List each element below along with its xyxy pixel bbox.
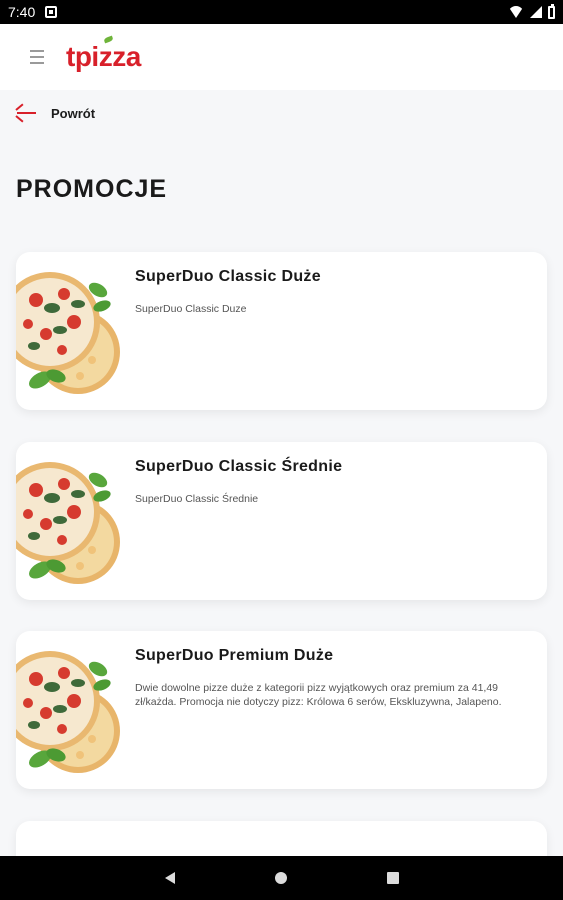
nav-recents-icon[interactable] <box>386 872 399 884</box>
promotion-card[interactable]: SuperDuo Classic Średnie SuperDuo Classi… <box>16 442 547 600</box>
nav-home-icon[interactable] <box>274 872 287 884</box>
back-label: Powrót <box>51 105 96 121</box>
promotion-description: Dwie dowolne pizze duże z kategorii pizz… <box>135 682 502 708</box>
menu-icon[interactable] <box>30 50 44 64</box>
promotion-name: SuperDuo Classic Średnie <box>135 458 343 475</box>
logo[interactable]: tpizza <box>66 35 141 73</box>
page-title: PROMOCJE <box>16 175 168 203</box>
status-icons <box>508 3 555 19</box>
promotion-name: SuperDuo Premium Duże <box>135 647 334 664</box>
logo-text: tpizza <box>66 41 141 72</box>
pizza-image <box>16 272 120 394</box>
notification-icon <box>45 6 58 18</box>
back-button[interactable]: Powrót <box>15 102 96 124</box>
status-bar: 7:40 <box>0 0 563 24</box>
signal-icon <box>530 6 542 18</box>
app-header: tpizza <box>0 24 563 90</box>
nav-back-icon[interactable] <box>164 872 175 884</box>
promotion-card[interactable]: SuperDuo Premium Duże Dwie dowolne pizze… <box>16 631 547 789</box>
pizza-image <box>16 462 120 584</box>
system-nav-bar <box>0 856 563 900</box>
promotion-name: SuperDuo Classic Duże <box>135 268 321 285</box>
promotion-description: SuperDuo Classic Średnie <box>135 493 259 505</box>
promotion-description: SuperDuo Classic Duze <box>135 303 247 315</box>
pizza-image <box>16 651 120 773</box>
promotion-card[interactable]: SuperDuo Classic Duże SuperDuo Classic D… <box>16 252 547 410</box>
arrow-left-icon <box>15 103 36 123</box>
status-time: 7:40 <box>8 4 36 20</box>
wifi-icon <box>508 6 524 18</box>
battery-icon <box>548 3 555 19</box>
